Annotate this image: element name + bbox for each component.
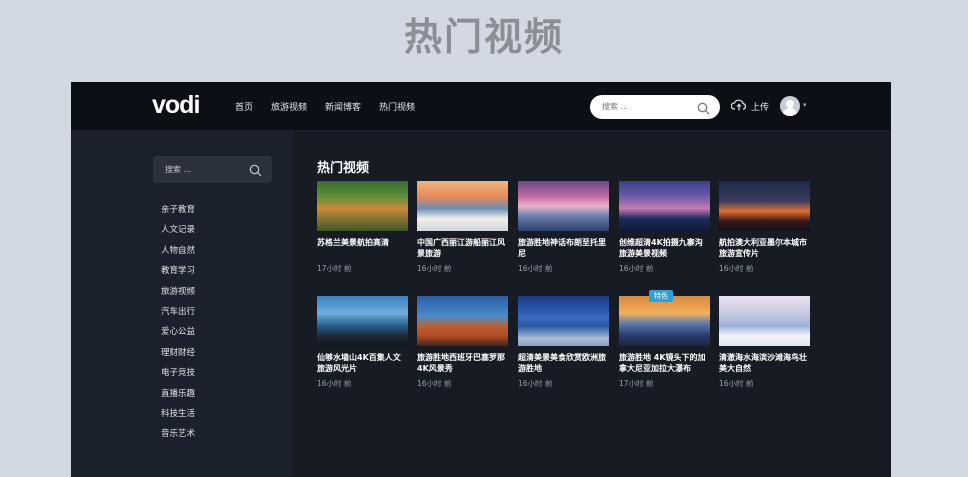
- featured-badge: 特色: [649, 290, 673, 302]
- video-title[interactable]: 旅游胜地神话布朗至托里尼: [518, 237, 609, 259]
- sidebar-item-category[interactable]: 音乐艺术: [161, 429, 195, 449]
- sidebar-search-input[interactable]: 搜索 ...: [153, 156, 272, 183]
- nav-item-news[interactable]: 新闻博客: [325, 100, 361, 113]
- upload-button[interactable]: 上传: [730, 99, 770, 114]
- video-title[interactable]: 苏格兰美景航拍高清: [317, 237, 408, 259]
- sidebar-item-category[interactable]: 人文记录: [161, 225, 195, 245]
- video-time: 16小时 前: [719, 264, 754, 273]
- video-thumbnail[interactable]: [317, 181, 408, 231]
- video-title[interactable]: 清澈海水海滨沙滩海鸟壮美大自然: [719, 352, 810, 374]
- upload-cloud-icon: [730, 99, 747, 114]
- video-thumbnail[interactable]: [619, 181, 710, 231]
- section-title: 热门视频: [317, 161, 370, 176]
- sidebar-item-category[interactable]: 汽车出行: [161, 307, 195, 327]
- video-card[interactable]: 特色 旅游胜地 4K镜头下的加拿大尼亚加拉大瀑布 17小时 前: [619, 290, 710, 389]
- video-thumbnail[interactable]: [417, 296, 508, 346]
- nav-item-home[interactable]: 首页: [235, 100, 253, 113]
- video-title[interactable]: 中国广西丽江游船丽江风景旅游: [417, 237, 508, 259]
- video-card[interactable]: 中国广西丽江游船丽江风景旅游 16小时 前: [417, 181, 508, 274]
- video-card[interactable]: 航拍澳大利亚墨尔本城市旅游宣传片 16小时 前: [719, 181, 810, 274]
- video-card[interactable]: 清澈海水海滨沙滩海鸟壮美大自然 16小时 前: [719, 296, 810, 389]
- sidebar-item-category[interactable]: 旅游视频: [161, 287, 195, 307]
- header-search-placeholder: 搜索 ...: [602, 102, 629, 111]
- video-thumbnail[interactable]: [518, 296, 609, 346]
- video-card[interactable]: 旅游胜地西班牙巴塞罗那4K风景秀 16小时 前: [417, 296, 508, 389]
- sidebar-item-category[interactable]: 电子竞技: [161, 368, 195, 388]
- page-heading: 热门视频: [403, 15, 564, 59]
- video-card[interactable]: 旅游胜地神话布朗至托里尼 16小时 前: [518, 181, 609, 274]
- top-header: vodi 首页 旅游视频 新闻博客 热门视频 搜索 ... 上传 ▾: [71, 82, 891, 131]
- video-thumbnail[interactable]: [619, 296, 710, 346]
- app-window: vodi 首页 旅游视频 新闻博客 热门视频 搜索 ... 上传 ▾ 搜索 ..…: [71, 82, 891, 477]
- search-icon[interactable]: [697, 100, 710, 119]
- sidebar-item-category[interactable]: 人物自然: [161, 246, 195, 266]
- video-time: 16小时 前: [417, 379, 452, 388]
- main-nav: 首页 旅游视频 新闻博客 热门视频: [235, 100, 433, 113]
- video-time: 16小时 前: [518, 264, 553, 273]
- video-time: 16小时 前: [619, 264, 654, 273]
- video-time: 16小时 前: [417, 264, 452, 273]
- sidebar-item-category[interactable]: 爱心公益: [161, 327, 195, 347]
- sidebar: 搜索 ... 亲子教育 人文记录 人物自然 教育学习 旅游视频 汽车出行 爱心公…: [71, 132, 293, 477]
- sidebar-item-category[interactable]: 科技生活: [161, 409, 195, 429]
- video-time: 16小时 前: [518, 379, 553, 388]
- search-icon[interactable]: [249, 162, 262, 181]
- video-time: 16小时 前: [317, 379, 352, 388]
- video-time: 16小时 前: [719, 379, 754, 388]
- category-list: 亲子教育 人文记录 人物自然 教育学习 旅游视频 汽车出行 爱心公益 理财财经 …: [161, 205, 195, 450]
- video-card[interactable]: 仙够水墙山4K百集人文旅游风光片 16小时 前: [317, 296, 408, 389]
- video-thumbnail[interactable]: [417, 181, 508, 231]
- video-card[interactable]: 创维超清4K拍摄九寨沟旅游美景视频 16小时 前: [619, 181, 710, 274]
- video-thumbnail[interactable]: [719, 181, 810, 231]
- video-title[interactable]: 航拍澳大利亚墨尔本城市旅游宣传片: [719, 237, 810, 259]
- video-card[interactable]: 苏格兰美景航拍高清 17小时 前: [317, 181, 408, 274]
- avatar[interactable]: [780, 96, 800, 116]
- video-card[interactable]: 超清美景美食欣赏欧洲旅游胜地 16小时 前: [518, 296, 609, 389]
- logo[interactable]: vodi: [152, 91, 200, 120]
- video-title[interactable]: 旅游胜地西班牙巴塞罗那4K风景秀: [417, 352, 508, 374]
- video-time: 17小时 前: [317, 264, 352, 273]
- video-thumbnail[interactable]: [719, 296, 810, 346]
- chevron-down-icon[interactable]: ▾: [803, 101, 807, 109]
- video-time: 17小时 前: [619, 379, 654, 388]
- video-thumbnail[interactable]: [518, 181, 609, 231]
- nav-item-travel[interactable]: 旅游视频: [271, 100, 307, 113]
- video-thumbnail[interactable]: [317, 296, 408, 346]
- header-search-input[interactable]: 搜索 ...: [590, 95, 720, 119]
- video-title[interactable]: 仙够水墙山4K百集人文旅游风光片: [317, 352, 408, 374]
- video-title[interactable]: 超清美景美食欣赏欧洲旅游胜地: [518, 352, 609, 374]
- upload-label: 上传: [751, 103, 770, 113]
- sidebar-item-category[interactable]: 教育学习: [161, 266, 195, 286]
- sidebar-item-category[interactable]: 理财财经: [161, 348, 195, 368]
- main-content: 热门视频 苏格兰美景航拍高清 17小时 前 中国广西丽江游船丽江风景旅游 16小…: [293, 132, 891, 477]
- sidebar-item-category[interactable]: 直播乐趣: [161, 389, 195, 409]
- sidebar-search-placeholder: 搜索 ...: [165, 165, 192, 174]
- sidebar-item-category[interactable]: 亲子教育: [161, 205, 195, 225]
- video-title[interactable]: 创维超清4K拍摄九寨沟旅游美景视频: [619, 237, 710, 259]
- video-title[interactable]: 旅游胜地 4K镜头下的加拿大尼亚加拉大瀑布: [619, 352, 710, 374]
- nav-item-hot[interactable]: 热门视频: [379, 100, 415, 113]
